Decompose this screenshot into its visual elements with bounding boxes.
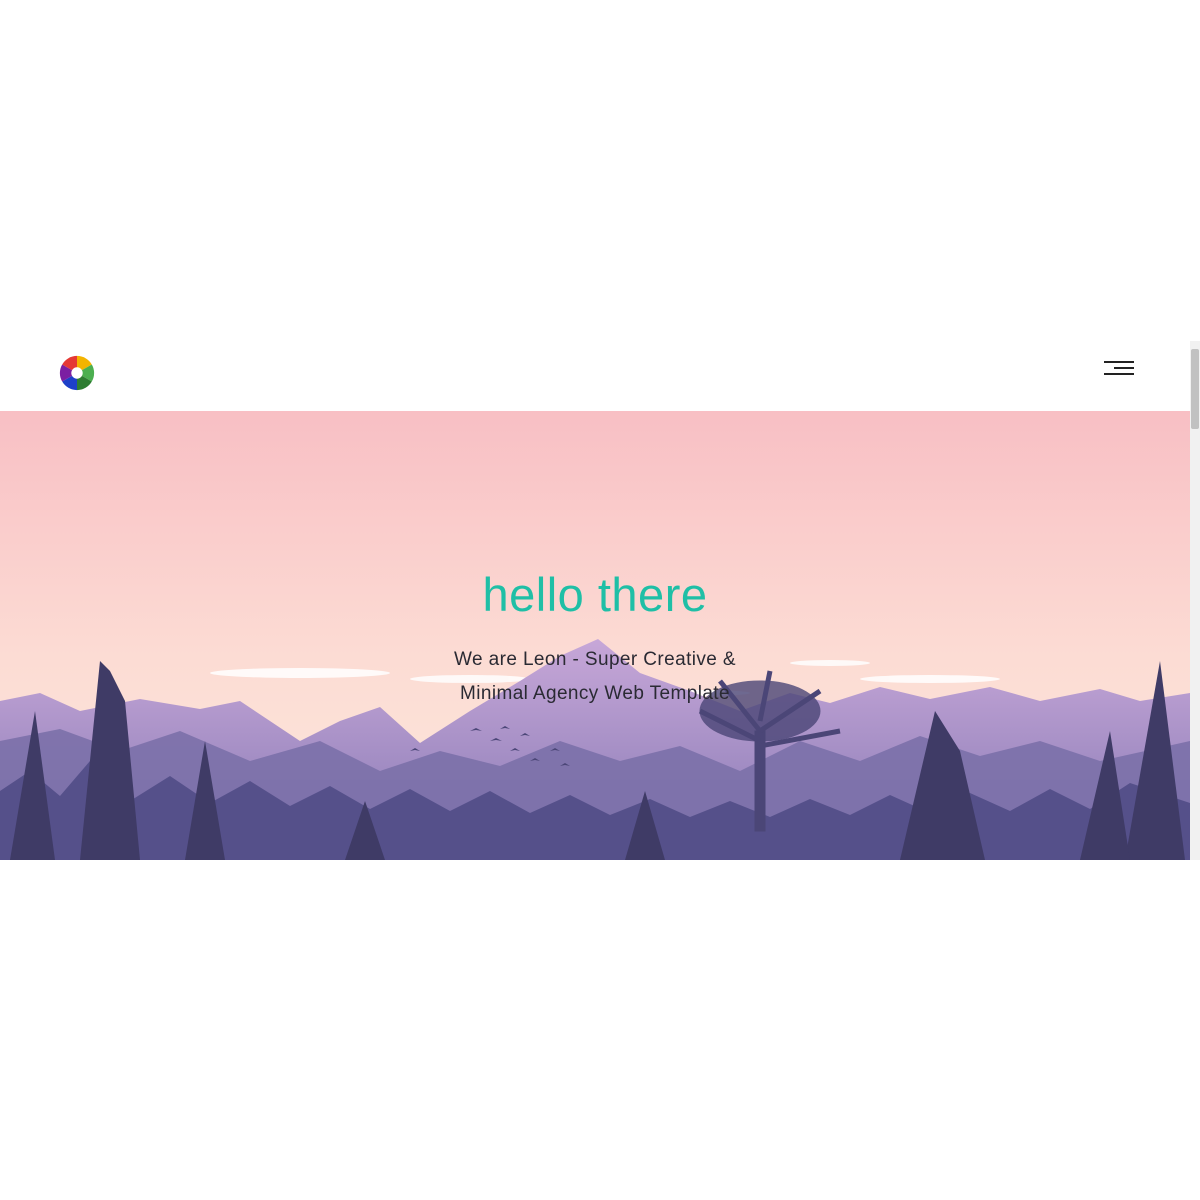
vertical-scrollbar[interactable] (1190, 341, 1200, 860)
menu-bar-middle (1114, 367, 1134, 369)
site-header (0, 341, 1190, 411)
browser-viewport: hello there We are Leon - Super Creative… (0, 341, 1200, 860)
color-swirl-logo[interactable] (58, 354, 96, 392)
menu-bar-bottom (1104, 373, 1134, 375)
menu-bar-top (1104, 361, 1134, 363)
scrollbar-thumb[interactable] (1191, 349, 1199, 429)
mountain-landscape-illustration (0, 411, 1190, 860)
hero-subtitle-line1: We are Leon - Super Creative & (453, 649, 736, 670)
hero-title: hello there (482, 568, 708, 621)
hero-section: hello there We are Leon - Super Creative… (0, 411, 1190, 860)
hamburger-menu-icon[interactable] (1100, 359, 1134, 381)
hero-subtitle-line2: Minimal Agency Web Template (460, 683, 730, 704)
